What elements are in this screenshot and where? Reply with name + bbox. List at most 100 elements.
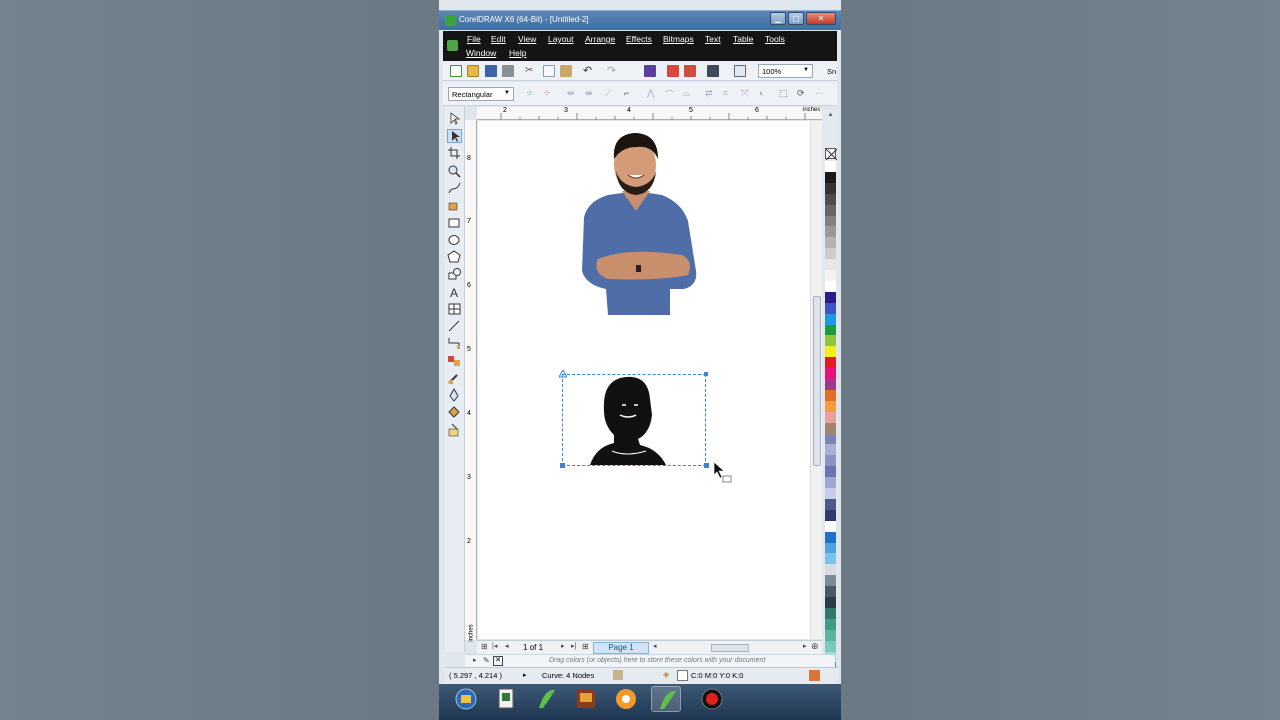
selection-node-handle[interactable]: [704, 372, 708, 376]
fill-color-swatch[interactable]: [677, 670, 688, 681]
menu-bitmaps[interactable]: Bitmaps: [663, 34, 694, 44]
to-curve-icon[interactable]: ⌐: [624, 88, 636, 100]
dimension-tool-icon[interactable]: [447, 319, 462, 333]
vertical-ruler[interactable]: 8 7 6 5 4 3 2 inches: [465, 120, 477, 642]
color-swatch[interactable]: [825, 597, 836, 608]
menu-file[interactable]: File: [467, 34, 481, 44]
cut-icon[interactable]: ✂: [525, 65, 537, 77]
color-swatch[interactable]: [825, 215, 836, 227]
palette-scroll-up-icon[interactable]: ▲: [825, 112, 836, 120]
welcome-screen-icon[interactable]: [734, 65, 746, 77]
color-swatch[interactable]: [825, 422, 836, 434]
zoom-level-dropdown[interactable]: 100% ▼: [758, 64, 813, 78]
menu-help[interactable]: Help: [509, 48, 526, 58]
color-swatch[interactable]: [825, 607, 836, 619]
color-swatch[interactable]: [825, 357, 836, 369]
undo-icon[interactable]: ↶: [583, 65, 595, 77]
menu-table[interactable]: Table: [733, 34, 753, 44]
coreldraw-active-taskbar-icon[interactable]: [651, 686, 681, 712]
menu-edit[interactable]: Edit: [491, 34, 506, 44]
color-swatch[interactable]: [825, 542, 836, 554]
coreldraw-taskbar-icon[interactable]: [531, 686, 561, 712]
menu-window[interactable]: Window: [466, 48, 496, 58]
basic-shapes-tool-icon[interactable]: [447, 267, 462, 281]
print-icon[interactable]: [502, 65, 514, 77]
outline-pen-tool-icon[interactable]: [447, 387, 462, 402]
minimize-button[interactable]: ▁: [770, 12, 786, 25]
menu-view[interactable]: View: [518, 34, 536, 44]
document-icon[interactable]: [447, 40, 458, 51]
color-swatch[interactable]: [825, 640, 836, 652]
search-content-icon[interactable]: [644, 65, 656, 77]
drawing-canvas[interactable]: [478, 121, 810, 639]
connector-tool-icon[interactable]: [447, 336, 462, 350]
menu-arrange[interactable]: Arrange: [585, 34, 615, 44]
interactive-fill-tool-icon[interactable]: [447, 423, 462, 437]
next-page-icon[interactable]: ▸: [561, 642, 565, 650]
page-tab[interactable]: Page 1: [593, 642, 649, 654]
palette-menu-icon[interactable]: ▸: [473, 656, 477, 664]
selection-node-handle[interactable]: [560, 463, 565, 468]
color-swatch[interactable]: [825, 455, 836, 467]
color-swatch[interactable]: [825, 368, 836, 380]
color-swatch[interactable]: [825, 531, 836, 543]
color-swatch[interactable]: [825, 237, 836, 249]
color-swatch[interactable]: [825, 466, 836, 478]
save-icon[interactable]: [485, 65, 497, 77]
text-tool-icon[interactable]: A: [447, 285, 462, 300]
maximize-button[interactable]: ▢: [788, 12, 804, 25]
zoom-navigator-icon[interactable]: ⊕: [811, 641, 819, 652]
color-swatch[interactable]: [825, 182, 836, 194]
color-photo-bitmap[interactable]: [578, 129, 700, 317]
snap-to-label[interactable]: Sn: [827, 67, 836, 76]
pick-tool-icon[interactable]: [447, 112, 462, 126]
color-swatch[interactable]: [825, 488, 836, 499]
color-swatch[interactable]: [825, 520, 836, 532]
color-swatch[interactable]: [825, 564, 836, 576]
color-swatch[interactable]: [825, 553, 836, 565]
table-tool-icon[interactable]: [447, 302, 462, 316]
import-icon[interactable]: [667, 65, 679, 77]
horizontal-ruler[interactable]: 2 3 4 5 6 inches: [477, 107, 822, 120]
menu-effects[interactable]: Effects: [626, 34, 652, 44]
color-swatch[interactable]: [825, 379, 836, 390]
outline-pen-icon[interactable]: [809, 670, 820, 681]
color-swatch[interactable]: [825, 411, 836, 423]
inpage-taskbar-icon[interactable]: [571, 686, 601, 712]
no-fill-swatch[interactable]: [825, 148, 838, 161]
file-manager-taskbar-icon[interactable]: [491, 686, 521, 712]
no-color-icon[interactable]: ✕: [493, 656, 503, 666]
menu-layout[interactable]: Layout: [548, 34, 574, 44]
color-swatch[interactable]: [825, 226, 836, 238]
color-swatch[interactable]: [825, 498, 836, 510]
menu-text[interactable]: Text: [705, 34, 721, 44]
color-eyedropper-tool-icon[interactable]: [447, 371, 462, 385]
scrollbar-thumb[interactable]: [813, 296, 821, 466]
color-swatch[interactable]: [825, 433, 836, 445]
color-swatch[interactable]: [825, 477, 836, 489]
freehand-tool-icon[interactable]: [447, 181, 462, 195]
export-icon[interactable]: [684, 65, 696, 77]
blend-tool-icon[interactable]: [447, 354, 462, 368]
color-swatch[interactable]: [825, 248, 836, 260]
selection-node-handle[interactable]: [559, 370, 567, 378]
color-swatch[interactable]: [825, 400, 836, 412]
rectangle-tool-icon[interactable]: [447, 216, 462, 230]
add-page-after-icon[interactable]: ⊞: [582, 642, 589, 651]
copy-icon[interactable]: [543, 65, 555, 77]
paste-icon[interactable]: [560, 65, 572, 77]
color-swatch[interactable]: [825, 204, 836, 216]
stretch-nodes-icon[interactable]: ⬚: [779, 88, 791, 100]
vertical-scrollbar[interactable]: [810, 121, 822, 639]
add-node-icon[interactable]: ⁘: [526, 88, 538, 100]
menu-tools[interactable]: Tools: [765, 34, 785, 44]
eyedropper-icon[interactable]: ✎: [483, 656, 490, 665]
scroll-right-icon[interactable]: ▸: [803, 642, 807, 650]
add-page-icon[interactable]: ⊞: [481, 642, 488, 651]
shape-tool-icon[interactable]: [447, 129, 462, 143]
color-swatch[interactable]: [825, 346, 836, 358]
traced-silhouette-bitmap[interactable]: [586, 375, 674, 465]
color-swatch[interactable]: [825, 618, 836, 630]
color-swatch[interactable]: [825, 575, 836, 587]
uc-browser-taskbar-icon[interactable]: [611, 686, 641, 712]
